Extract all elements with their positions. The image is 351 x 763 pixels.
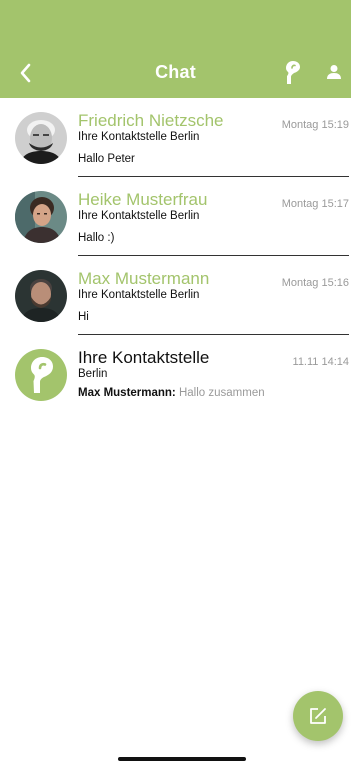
chat-list: Friedrich Nietzsche Ihre Kontaktstelle B… [0, 98, 351, 414]
chat-time: 11.11 14:14 [292, 356, 349, 368]
kontaktstelle-logo-icon [286, 61, 300, 84]
chat-item-max-mustermann[interactable]: Max Mustermann Ihre Kontaktstelle Berlin… [0, 256, 351, 335]
avatar [15, 270, 67, 322]
chat-last-message: Hi [78, 311, 89, 323]
chat-name: Friedrich Nietzsche [78, 111, 224, 130]
new-chat-button[interactable] [293, 691, 343, 741]
chat-time: Montag 15:19 [281, 119, 349, 131]
chat-subtitle: Ihre Kontaktstelle Berlin [78, 131, 200, 143]
chat-last-message: Hallo :) [78, 232, 115, 244]
chat-subtitle: Berlin [78, 368, 108, 380]
chat-item-heike-musterfrau[interactable]: Heike Musterfrau Ihre Kontaktstelle Berl… [0, 177, 351, 256]
chat-item-ihre-kontaktstelle[interactable]: Ihre Kontaktstelle Berlin Max Mustermann… [0, 335, 351, 414]
avatar [15, 191, 67, 243]
chat-name: Heike Musterfrau [78, 190, 208, 209]
chat-time: Montag 15:17 [281, 198, 349, 210]
chat-name: Max Mustermann [78, 269, 210, 288]
chat-subtitle: Ihre Kontaktstelle Berlin [78, 210, 200, 222]
chat-name: Ihre Kontaktstelle [78, 348, 210, 367]
chat-last-message: Max Mustermann: Hallo zusammen [78, 387, 265, 399]
compose-icon [310, 708, 326, 724]
chat-time: Montag 15:16 [281, 277, 349, 289]
profile-button[interactable] [326, 64, 342, 80]
avatar [15, 349, 67, 401]
message-sender: Max Mustermann: [78, 387, 176, 399]
person-icon [327, 65, 341, 79]
chat-last-message: Hallo Peter [78, 153, 135, 165]
app-header: Chat [0, 0, 351, 98]
chat-subtitle: Ihre Kontaktstelle Berlin [78, 289, 200, 301]
message-preview: Hallo zusammen [178, 387, 265, 399]
avatar [15, 112, 67, 164]
kontaktstelle-logo-icon [31, 357, 53, 393]
kontaktstelle-button[interactable] [283, 60, 303, 86]
home-indicator [118, 757, 246, 761]
chat-item-friedrich-nietzsche[interactable]: Friedrich Nietzsche Ihre Kontaktstelle B… [0, 98, 351, 177]
